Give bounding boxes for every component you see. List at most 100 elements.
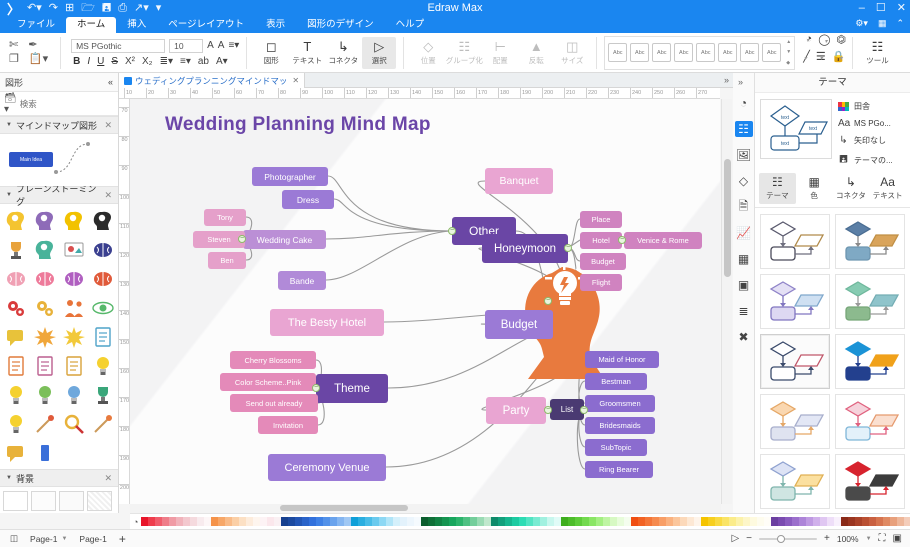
shape-icon-sun-yellow[interactable]: [59, 322, 88, 351]
zoom-out-button[interactable]: −: [746, 533, 752, 544]
color-swatch[interactable]: [624, 517, 632, 526]
color-swatch[interactable]: [526, 517, 534, 526]
canvas-horizontal-scrollbar[interactable]: [130, 504, 721, 513]
library-icon[interactable]: 🗃▾: [4, 93, 17, 115]
color-swatch[interactable]: [708, 517, 716, 526]
color-swatch[interactable]: [680, 517, 688, 526]
gallery-scroll[interactable]: ▲ ▼ ◆: [784, 39, 791, 66]
increase-font-icon[interactable]: A: [207, 40, 214, 51]
color-swatch[interactable]: [316, 517, 324, 526]
color-swatch[interactable]: [302, 517, 310, 526]
tab-theme[interactable]: ☷ テーマ: [759, 173, 796, 204]
mindmap-node-maidofhonor[interactable]: Maid of Honor: [585, 351, 659, 368]
page-tab[interactable]: Page-1: [79, 534, 106, 544]
mindmap-node-photographer[interactable]: Photographer: [252, 167, 328, 186]
shape-icon-speech-question[interactable]: [1, 322, 30, 351]
table-icon[interactable]: ▦: [735, 251, 753, 267]
close-icon[interactable]: ✕: [104, 473, 112, 484]
color-swatch[interactable]: [218, 517, 226, 526]
color-swatch[interactable]: [554, 517, 562, 526]
color-swatch[interactable]: [666, 517, 674, 526]
double-chevron-left-icon[interactable]: «: [108, 77, 113, 87]
theme-item-theme-bright-blue[interactable]: [835, 334, 905, 389]
color-swatch[interactable]: [820, 517, 828, 526]
color-swatch[interactable]: [897, 517, 905, 526]
color-swatch[interactable]: [253, 517, 261, 526]
style-swatch[interactable]: Abc: [652, 43, 672, 62]
zoom-level-label[interactable]: 100%: [837, 534, 859, 544]
main-idea-shape[interactable]: Main Idea: [9, 152, 53, 167]
arrange-position[interactable]: ◇ 位置: [411, 37, 445, 69]
style-swatch[interactable]: Abc: [762, 43, 782, 62]
color-swatch[interactable]: [344, 517, 352, 526]
theme-item-theme-ice[interactable]: [760, 454, 830, 509]
mindmap-node-weddingcake[interactable]: Wedding Cake: [243, 230, 326, 249]
arrange-align[interactable]: ⊢ 配置: [483, 37, 517, 69]
expand-rail-icon[interactable]: »: [738, 77, 743, 87]
shape-icon-eye-green[interactable]: [88, 293, 117, 322]
shape-icon-notepad-pen[interactable]: [30, 351, 59, 380]
maximize-icon[interactable]: ☐: [876, 3, 886, 14]
color-swatch[interactable]: [505, 517, 513, 526]
style-swatch[interactable]: Abc: [740, 43, 760, 62]
color-swatch[interactable]: [687, 517, 695, 526]
color-swatch[interactable]: [743, 517, 751, 526]
font-color-button[interactable]: A▾: [216, 56, 228, 67]
background-swatch[interactable]: [87, 491, 112, 511]
theme-meta-palette[interactable]: 田舎: [838, 101, 905, 112]
tab-connector[interactable]: ↳ コネクタ: [833, 173, 870, 204]
collapse-toggle[interactable]: −: [564, 244, 572, 252]
color-swatch[interactable]: [673, 517, 681, 526]
mindmap-node-venicerome[interactable]: Venice & Rome: [624, 232, 702, 249]
shape-icon-head-gears-yellow[interactable]: [59, 206, 88, 235]
shape-icon-brain-blue[interactable]: [88, 235, 117, 264]
color-swatch[interactable]: [421, 517, 429, 526]
color-swatch[interactable]: [323, 517, 331, 526]
color-swatch[interactable]: [400, 517, 408, 526]
fit-page-icon[interactable]: ⛶: [879, 533, 886, 544]
color-swatch[interactable]: [225, 517, 233, 526]
color-swatch[interactable]: [701, 517, 709, 526]
shape-icon-magnifier[interactable]: [59, 409, 88, 438]
color-swatch[interactable]: [568, 517, 576, 526]
shape-icon-head-dark-figure[interactable]: [88, 206, 117, 235]
arrange-size[interactable]: ◫ サイズ: [555, 37, 589, 69]
menu-item-home[interactable]: ホーム: [66, 17, 117, 33]
color-swatch[interactable]: [435, 517, 443, 526]
zoom-slider-knob[interactable]: [777, 534, 785, 543]
shape-icon-match-spark[interactable]: [30, 409, 59, 438]
background-swatch[interactable]: [3, 491, 28, 511]
shape-icon-brain-spark[interactable]: [88, 264, 117, 293]
shape-icon-key-idea[interactable]: [30, 293, 59, 322]
color-swatch[interactable]: [561, 517, 569, 526]
shape-icon-brain-pink[interactable]: [1, 264, 30, 293]
fill-bucket-icon[interactable]: ◔: [735, 95, 753, 111]
page-view-icon[interactable]: ◫: [10, 533, 18, 544]
color-swatch[interactable]: [799, 517, 807, 526]
color-swatch[interactable]: [540, 517, 548, 526]
color-swatch[interactable]: [904, 517, 910, 526]
shape-icon-bulb-small[interactable]: [1, 380, 30, 409]
color-swatch[interactable]: [652, 517, 660, 526]
color-swatch[interactable]: [372, 517, 380, 526]
color-swatch[interactable]: [456, 517, 464, 526]
copy-icon[interactable]: ❐: [9, 54, 19, 65]
color-swatch[interactable]: [519, 517, 527, 526]
mindmap-node-theme[interactable]: Theme: [316, 374, 388, 403]
search-input[interactable]: [19, 98, 118, 109]
shape-icon-clipboard-list[interactable]: [1, 351, 30, 380]
tool-connector[interactable]: ↳ コネクタ: [326, 37, 360, 69]
theme-meta-font[interactable]: Aa MS PGo...: [838, 118, 905, 129]
color-swatch[interactable]: [470, 517, 478, 526]
theme-meta-connector[interactable]: ↳ 矢印なし: [838, 135, 905, 146]
mindmap-node-banquet[interactable]: Banquet: [485, 168, 553, 194]
theme-item-theme-blue-steel[interactable]: [835, 214, 905, 269]
color-swatch[interactable]: [876, 517, 884, 526]
color-swatch[interactable]: [631, 517, 639, 526]
strikethrough-button[interactable]: S: [111, 56, 118, 67]
menu-item-shape-design[interactable]: 図形のデザイン: [296, 17, 385, 33]
shuffle-icon[interactable]: ✖: [735, 329, 753, 345]
chevron-down-icon[interactable]: ▼: [866, 536, 872, 542]
shape-icon-people-orange[interactable]: [59, 293, 88, 322]
italic-button[interactable]: I: [87, 56, 90, 67]
